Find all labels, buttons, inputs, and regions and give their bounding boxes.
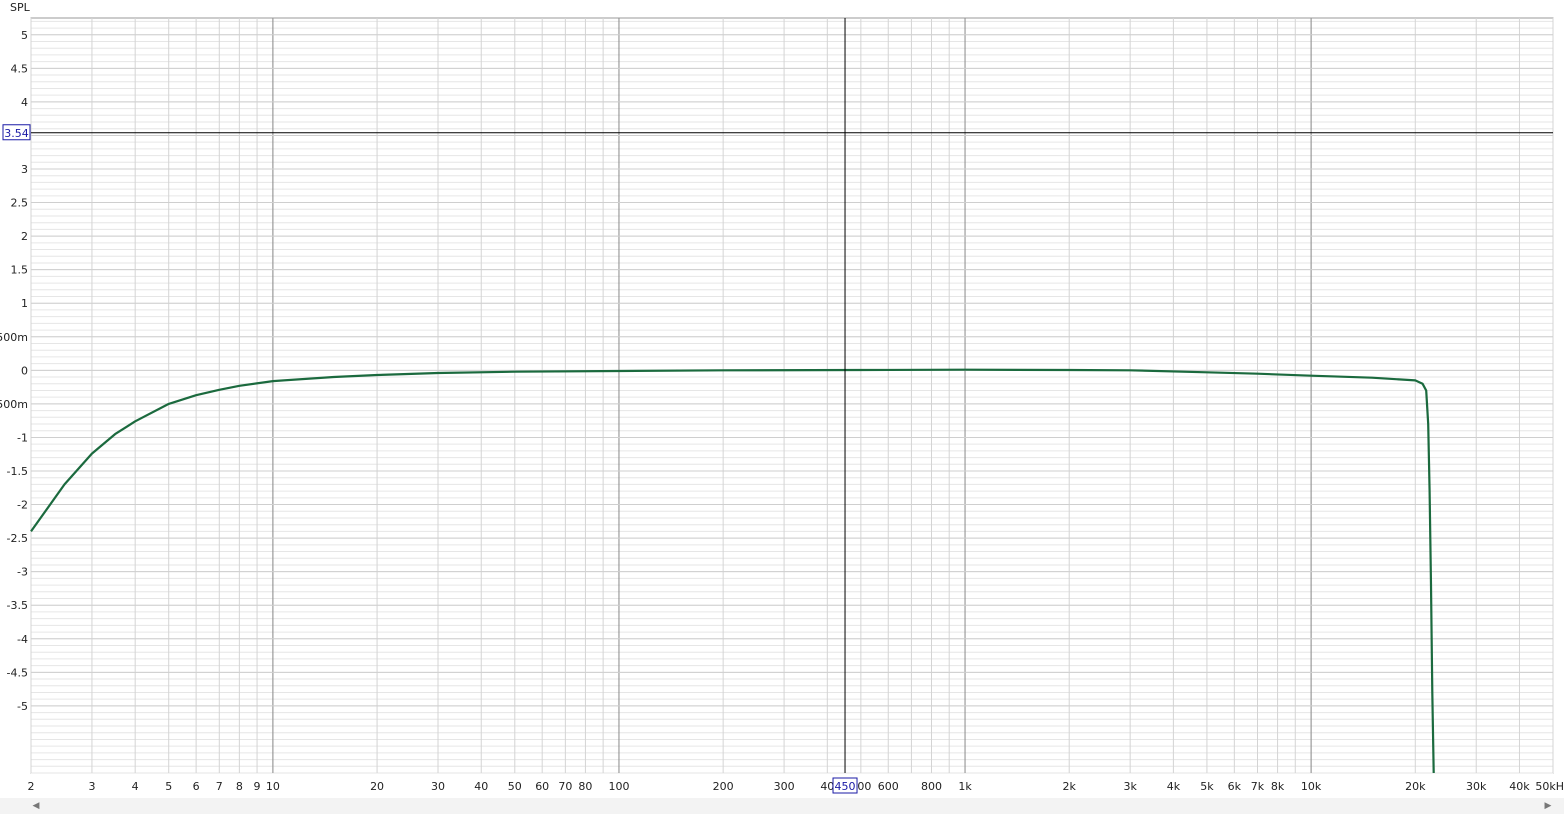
y-tick-label: -5 bbox=[17, 700, 28, 713]
x-tick-label: 2 bbox=[28, 780, 35, 793]
x-tick-label: 1k bbox=[958, 780, 972, 793]
y-tick-label: -3 bbox=[17, 566, 28, 579]
y-tick-label: 1 bbox=[21, 297, 28, 310]
x-tick-label: 8k bbox=[1271, 780, 1285, 793]
x-tick-label: 6 bbox=[193, 780, 200, 793]
x-tick-label: 20 bbox=[370, 780, 384, 793]
x-tick-label: 10 bbox=[266, 780, 280, 793]
y-tick-label: 2.5 bbox=[11, 197, 29, 210]
y-tick-label: -1 bbox=[17, 431, 28, 444]
scroll-right-arrow-icon[interactable]: ▶ bbox=[1540, 798, 1556, 814]
x-tick-label: 7 bbox=[216, 780, 223, 793]
x-tick-label: 60 bbox=[535, 780, 549, 793]
y-tick-label: 0 bbox=[21, 364, 28, 377]
y-tick-label: 4 bbox=[21, 96, 28, 109]
cursor-x-readout: 450 bbox=[835, 780, 856, 793]
x-tick-label: 100 bbox=[608, 780, 629, 793]
y-tick-label: -2 bbox=[17, 499, 28, 512]
x-tick-label: 6k bbox=[1228, 780, 1242, 793]
x-tick-label: 20k bbox=[1405, 780, 1426, 793]
x-tick-label: 5k bbox=[1200, 780, 1214, 793]
x-tick-label: 70 bbox=[558, 780, 572, 793]
x-axis-ticks: 2 3 4 5 6 7 8 9 10 20 30 40 50 60 70 80 100 200 300 40 500 60… bbox=[28, 780, 1564, 793]
x-tick-label: 80 bbox=[578, 780, 592, 793]
x-tick-label: 7k bbox=[1251, 780, 1265, 793]
y-tick-label: -4.5 bbox=[7, 666, 28, 679]
y-tick-label: -500m bbox=[0, 398, 28, 411]
x-tick-label: 30 bbox=[431, 780, 445, 793]
y-tick-label: -1.5 bbox=[7, 465, 28, 478]
horizontal-scrollbar[interactable]: ◀ ▶ bbox=[0, 798, 1564, 814]
x-tick-label: 800 bbox=[921, 780, 942, 793]
y-tick-label: 4.5 bbox=[11, 62, 29, 75]
x-tick-label: 3 bbox=[88, 780, 95, 793]
frequency-response-chart: 54.543.532.521.51500m0-500m-1-1.5-2-2.5-… bbox=[0, 1, 1564, 794]
y-tick-label: -2.5 bbox=[7, 532, 28, 545]
x-tick-label: 4k bbox=[1167, 780, 1181, 793]
y-tick-label: 1.5 bbox=[11, 264, 29, 277]
x-tick-label: 10k bbox=[1301, 780, 1322, 793]
x-tick-label: 30k bbox=[1466, 780, 1487, 793]
x-tick-label: 600 bbox=[878, 780, 899, 793]
y-tick-label: -3.5 bbox=[7, 599, 28, 612]
x-tick-label: 9 bbox=[254, 780, 261, 793]
plot-background bbox=[30, 17, 1554, 774]
y-tick-label: 3 bbox=[21, 163, 28, 176]
x-tick-label: 300 bbox=[774, 780, 795, 793]
scroll-left-arrow-icon[interactable]: ◀ bbox=[28, 798, 44, 814]
y-tick-label: 2 bbox=[21, 230, 28, 243]
x-tick-label: 2k bbox=[1063, 780, 1077, 793]
y-tick-label: 500m bbox=[0, 331, 28, 344]
x-tick-label: 40k bbox=[1509, 780, 1530, 793]
y-tick-label: 5 bbox=[21, 29, 28, 42]
x-tick-label: 40 bbox=[820, 780, 834, 793]
x-tick-label: 50 bbox=[508, 780, 522, 793]
y-tick-label: -4 bbox=[17, 633, 28, 646]
x-tick-label: 3k bbox=[1123, 780, 1137, 793]
x-tick-label: 50kH bbox=[1535, 780, 1564, 793]
cursor-y-readout: 3.54 bbox=[4, 127, 29, 140]
x-tick-label: 40 bbox=[474, 780, 488, 793]
x-tick-label: 5 bbox=[165, 780, 172, 793]
y-axis-title: SPL bbox=[10, 1, 31, 14]
x-tick-label: 8 bbox=[236, 780, 243, 793]
x-tick-label: 200 bbox=[713, 780, 734, 793]
x-tick-label: 4 bbox=[132, 780, 139, 793]
